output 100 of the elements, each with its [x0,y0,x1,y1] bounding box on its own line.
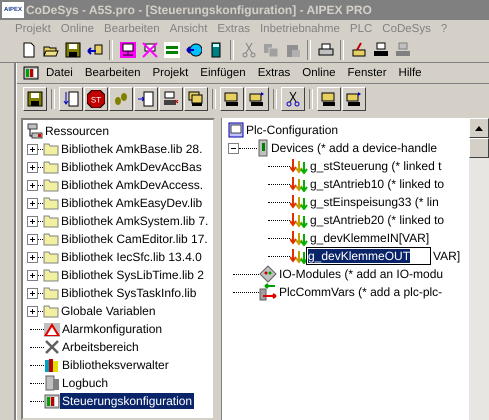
tree-item[interactable]: Plc-Configuration [244,122,340,138]
tree-item[interactable]: g_stEinspeisung33 (* lin [308,194,441,210]
tree-item[interactable]: Arbeitsbereich [60,339,141,355]
tree-item[interactable]: Bibliothek AmkBase.lib 28. [59,141,204,157]
expand-icon[interactable] [27,144,38,154]
expand-icon[interactable] [27,162,38,172]
expand-icon[interactable] [27,216,38,226]
plc-rack-icon [44,393,60,409]
list-down-button[interactable] [59,87,83,111]
folder-icon [43,160,59,174]
tree-item[interactable]: Bibliothek IecSfc.lib 13.4.0 [59,249,204,265]
menu-item[interactable]: Online [297,67,341,79]
signal-arrows-icon [290,158,308,174]
menu-item[interactable]: Bearbeiten [80,67,146,79]
plc-rack-icon [23,65,39,81]
expand-icon[interactable] [27,270,38,280]
tree-item[interactable]: Bibliothek SysLibTime.lib 2 [59,267,206,283]
window-title: CoDeSys - A5S.pro - [Steuerungskonfiguration] - AIPEX PRO [26,3,372,17]
signal-arrows-icon [290,248,308,264]
expand-icon[interactable] [27,306,38,316]
folder-icon [43,250,59,264]
computer-icon [372,42,388,58]
scissors-icon [285,91,301,107]
list-in-button[interactable] [134,87,158,111]
folder-icon [43,178,59,192]
menu-item[interactable]: Projekt [147,67,194,79]
folders-button[interactable] [184,87,208,111]
scissors-icon [240,42,256,58]
folder-icon [43,232,59,246]
tree-item[interactable]: IO-Modules (* add an IO-modu [277,266,446,282]
tree-item[interactable]: Steuerungskonfiguration [60,393,194,409]
folder-icon [43,142,59,156]
exchange-computers-icon [259,283,277,301]
rename-field[interactable]: g_devKlemmeOUT [306,247,432,265]
tree-item[interactable]: g_stAntrieb20 (* linked to [308,212,446,228]
signal-arrows-icon [290,230,308,246]
device-icon [257,139,269,157]
monitor-button[interactable] [117,40,138,60]
expand-icon[interactable] [27,180,38,190]
tree-item[interactable]: g_devKlemmeIN[VAR] [308,230,432,246]
floppy-disk-button[interactable] [23,87,47,111]
folder-icon [43,286,59,300]
folder-icon [43,214,59,228]
signal-arrows-icon [290,194,308,210]
menu-item[interactable]: Fenster [342,67,392,79]
arrow-circle-icon [186,42,202,58]
network-computer-button[interactable] [159,87,183,111]
tree-item[interactable]: Bibliotheksverwalter [60,357,171,373]
crossed-monitor-icon [142,42,158,58]
expand-icon[interactable] [27,234,38,244]
computer-icon [394,42,410,58]
menu-item[interactable]: Datei [41,67,78,79]
up-arrow-icon [475,126,483,130]
tree-item[interactable]: VAR] [431,248,462,264]
signal-arrows-icon [290,212,308,228]
module-icon [259,265,277,283]
tree-item[interactable]: Logbuch [60,375,110,391]
scroll-thumb[interactable] [469,138,489,158]
list-down-icon [63,91,79,107]
folder-icon [43,268,59,282]
menu-item[interactable]: Hilfe [394,67,427,79]
pencil-box-icon [350,42,366,58]
expand-icon[interactable] [27,198,38,208]
tree-item[interactable]: Bibliothek SysTaskInfo.lib [59,285,198,301]
folder-icon [43,196,59,210]
tree-item[interactable]: PlcCommVars (* add a plc-plc- [277,284,444,300]
tree-item[interactable]: Ressourcen [43,123,112,139]
tree-item[interactable]: Globale Variablen [59,303,158,319]
log-book-icon [44,375,60,391]
scissors-button[interactable] [281,87,305,111]
paste-icon [284,42,300,58]
scroll-up-button[interactable] [469,118,489,138]
list-in-icon [138,91,154,107]
warning-icon [44,321,60,337]
menu-item[interactable]: Einfügen [195,67,251,79]
equals-icon [164,42,180,58]
tree-item[interactable]: Devices (* add a device-handle [269,140,440,156]
tree-item[interactable]: Bibliothek CamEditor.lib 17. [59,231,210,247]
tree-item[interactable]: Bibliothek AmkDevAccBas [59,159,204,175]
network-computer-icon [163,91,179,107]
new-document-icon [20,42,36,58]
copy-icon [262,42,278,58]
tree-item[interactable]: Bibliothek AmkEasyDev.lib [59,195,204,211]
menu-item[interactable]: Extras [252,67,296,79]
expand-icon[interactable] [27,252,38,262]
expand-icon[interactable] [27,288,38,298]
scroll-bar[interactable] [469,118,489,420]
equals-button[interactable] [161,40,182,60]
tree-item[interactable]: Bibliothek AmkDevAccess. [59,177,206,193]
network-icon [27,123,43,139]
tools-icon [44,339,60,355]
tree-item[interactable]: Alarmkonfiguration [60,321,164,337]
printer-icon [318,42,334,58]
books-icon [44,357,60,373]
monitor-icon [120,42,136,58]
tree-item[interactable]: Bibliothek AmkSystem.lib 7. [59,213,210,229]
folders-icon [188,91,204,107]
tree-item[interactable]: g_stAntrieb10 (* linked to [308,176,446,192]
tree-item[interactable]: g_stSteuerung (* linked t [308,158,444,174]
collapse-icon[interactable] [228,142,239,154]
